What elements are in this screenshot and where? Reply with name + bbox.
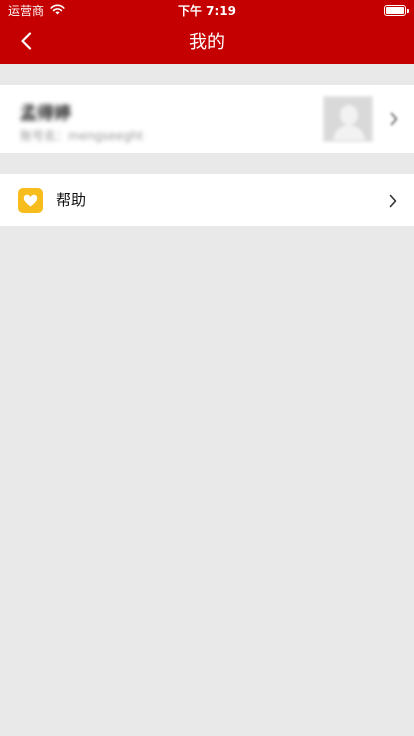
chevron-right-icon bbox=[389, 193, 397, 212]
status-time: 下午 7:19 bbox=[177, 4, 237, 18]
status-bar: 运营商 下午 7:19 bbox=[0, 0, 414, 22]
menu-item-help[interactable]: 帮助 bbox=[0, 174, 414, 226]
page-title: 我的 bbox=[189, 32, 225, 53]
menu-item-help-label: 帮助 bbox=[56, 191, 87, 209]
avatar-head bbox=[340, 105, 358, 125]
chevron-right-icon bbox=[390, 111, 398, 130]
screen: 运营商 下午 7:19 我的 孟得婷 账号名：mengseeght 帮助 bbox=[0, 0, 414, 736]
battery-icon bbox=[384, 5, 409, 16]
nav-bar: 我的 bbox=[0, 22, 414, 64]
profile-row[interactable]: 孟得婷 账号名：mengseeght bbox=[0, 85, 414, 153]
avatar-body bbox=[333, 125, 365, 140]
profile-name: 孟得婷 bbox=[20, 104, 71, 124]
heart-icon bbox=[18, 188, 43, 213]
avatar bbox=[323, 96, 373, 142]
profile-account: 账号名：mengseeght bbox=[20, 129, 144, 143]
